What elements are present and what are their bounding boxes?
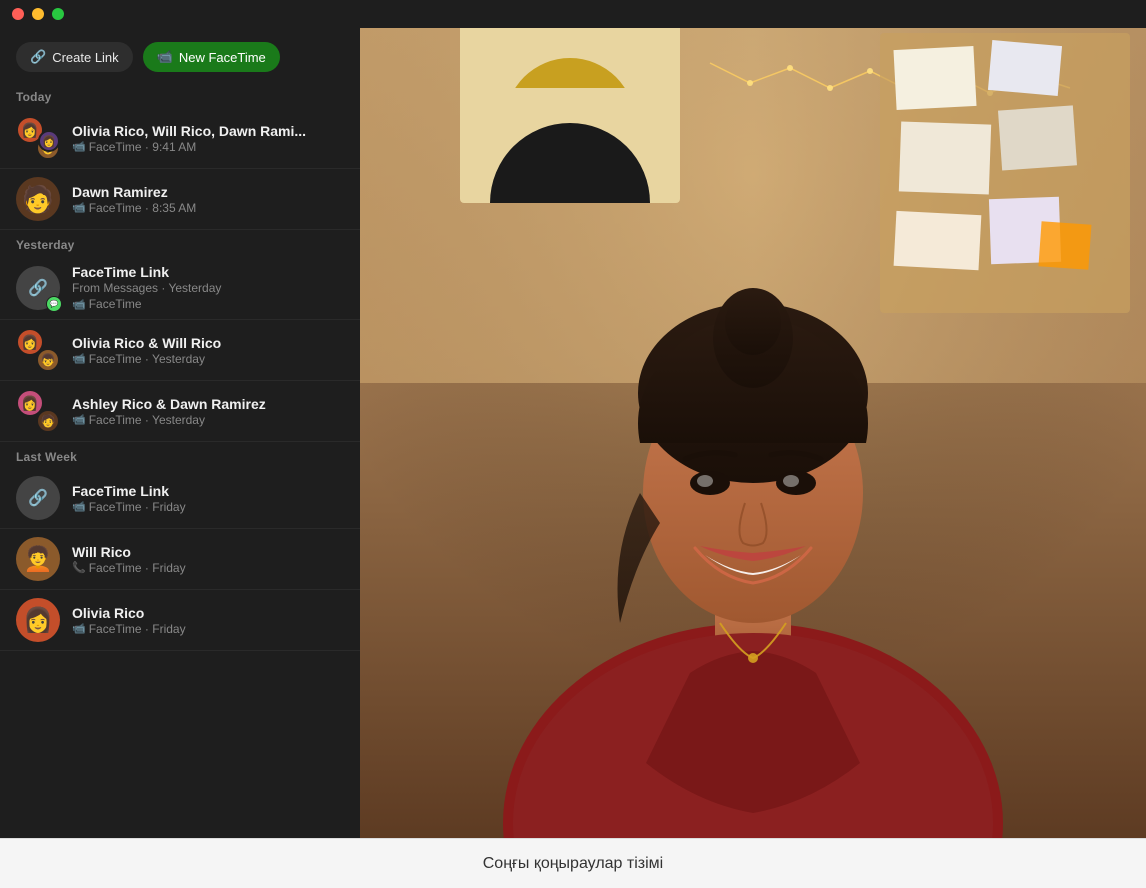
call-info: FaceTime Link 📹 FaceTime · Friday	[72, 483, 344, 514]
video-icon: 📹	[72, 352, 86, 365]
avatar: 👩	[16, 598, 60, 642]
video-icon: 📹	[72, 298, 86, 311]
call-name: Ashley Rico & Dawn Ramirez	[72, 396, 344, 412]
call-name: Olivia Rico	[72, 605, 344, 621]
close-button[interactable]	[12, 8, 24, 20]
maximize-button[interactable]	[52, 8, 64, 20]
video-icon: 📹	[72, 201, 86, 214]
toolbar: 🔗 Create Link 📹 New FaceTime	[0, 28, 360, 82]
call-name: Olivia Rico & Will Rico	[72, 335, 344, 351]
section-yesterday-label: Yesterday	[0, 230, 360, 256]
call-subtitle: 📹 FaceTime · 9:41 AM	[72, 140, 344, 154]
link-icon: 🔗	[28, 278, 48, 298]
video-feed	[360, 28, 1146, 838]
call-info: Olivia Rico & Will Rico 📹 FaceTime · Yes…	[72, 335, 344, 366]
video-icon: 📹	[72, 140, 86, 153]
minimize-button[interactable]	[32, 8, 44, 20]
call-info: Olivia Rico 📹 FaceTime · Friday	[72, 605, 344, 636]
titlebar	[0, 0, 1146, 28]
video-icon: 📹	[72, 413, 86, 426]
sidebar: 🔗 Create Link 📹 New FaceTime Today 👩 👦 👩	[0, 28, 360, 838]
list-item[interactable]: 🧑 Dawn Ramirez 📹 FaceTime · 8:35 AM	[0, 169, 360, 230]
list-item[interactable]: 🧑‍🦱 Will Rico 📞 FaceTime · Friday	[0, 529, 360, 590]
section-last-week-label: Last Week	[0, 442, 360, 468]
section-today-label: Today	[0, 82, 360, 108]
link-avatar: 🔗	[16, 476, 60, 520]
video-icon: 📹	[72, 622, 86, 635]
create-link-label: Create Link	[52, 50, 118, 65]
link-icon: 🔗	[28, 488, 48, 508]
video-icon: 📹	[72, 500, 86, 513]
call-name: FaceTime Link	[72, 483, 344, 499]
new-facetime-label: New FaceTime	[179, 50, 266, 65]
message-icon: 💬	[50, 300, 59, 308]
video-call-area	[360, 28, 1146, 838]
call-name: Will Rico	[72, 544, 344, 560]
list-item[interactable]: 👩 Olivia Rico 📹 FaceTime · Friday	[0, 590, 360, 651]
call-name: Olivia Rico, Will Rico, Dawn Rami...	[72, 123, 344, 139]
call-subtitle: 📹 FaceTime · Friday	[72, 622, 344, 636]
avatar: 🧑	[16, 177, 60, 221]
call-info: Olivia Rico, Will Rico, Dawn Rami... 📹 F…	[72, 123, 344, 154]
link-icon: 🔗	[30, 49, 46, 65]
call-subtitle: 📹 FaceTime · Yesterday	[72, 352, 344, 366]
create-link-button[interactable]: 🔗 Create Link	[16, 42, 133, 72]
list-item[interactable]: 🔗 FaceTime Link 📹 FaceTime · Friday	[0, 468, 360, 529]
avatar-group: 👩 🧑	[16, 389, 60, 433]
video-camera-icon: 📹	[157, 49, 173, 65]
call-subtitle: 📹 FaceTime · Yesterday	[72, 413, 344, 427]
call-subtitle: 📞 FaceTime · Friday	[72, 561, 344, 575]
call-name: FaceTime Link	[72, 264, 344, 280]
phone-icon: 📞	[72, 561, 86, 574]
call-info: Ashley Rico & Dawn Ramirez 📹 FaceTime · …	[72, 396, 344, 427]
avatar-group: 👩 👦 👩	[16, 116, 60, 160]
call-name: Dawn Ramirez	[72, 184, 344, 200]
call-subtitle: 📹 FaceTime · 8:35 AM	[72, 201, 344, 215]
call-subtitle2: 📹 FaceTime	[72, 297, 344, 311]
annotation-text: Соңғы қоңыраулар тізімі	[483, 855, 663, 873]
avatar-link-container: 🔗 💬	[16, 266, 60, 310]
call-info: FaceTime Link From Messages · Yesterday …	[72, 264, 344, 311]
call-subtitle: 📹 FaceTime · Friday	[72, 500, 344, 514]
list-item[interactable]: 👩 🧑 Ashley Rico & Dawn Ramirez 📹 FaceTim…	[0, 381, 360, 442]
list-item[interactable]: 🔗 💬 FaceTime Link From Messages · Yester…	[0, 256, 360, 320]
avatar: 🧑‍🦱	[16, 537, 60, 581]
new-facetime-button[interactable]: 📹 New FaceTime	[143, 42, 280, 72]
annotation-bar: Соңғы қоңыраулар тізімі	[0, 838, 1146, 888]
list-item[interactable]: 👩 👦 👩 Olivia Rico, Will Rico, Dawn Rami.…	[0, 108, 360, 169]
message-badge: 💬	[46, 296, 62, 312]
call-info: Dawn Ramirez 📹 FaceTime · 8:35 AM	[72, 184, 344, 215]
main-layout: 🔗 Create Link 📹 New FaceTime Today 👩 👦 👩	[0, 28, 1146, 838]
call-info: Will Rico 📞 FaceTime · Friday	[72, 544, 344, 575]
avatar-group: 👩 👦	[16, 328, 60, 372]
list-item[interactable]: 👩 👦 Olivia Rico & Will Rico 📹 FaceTime ·…	[0, 320, 360, 381]
call-subtitle: From Messages · Yesterday	[72, 281, 344, 295]
